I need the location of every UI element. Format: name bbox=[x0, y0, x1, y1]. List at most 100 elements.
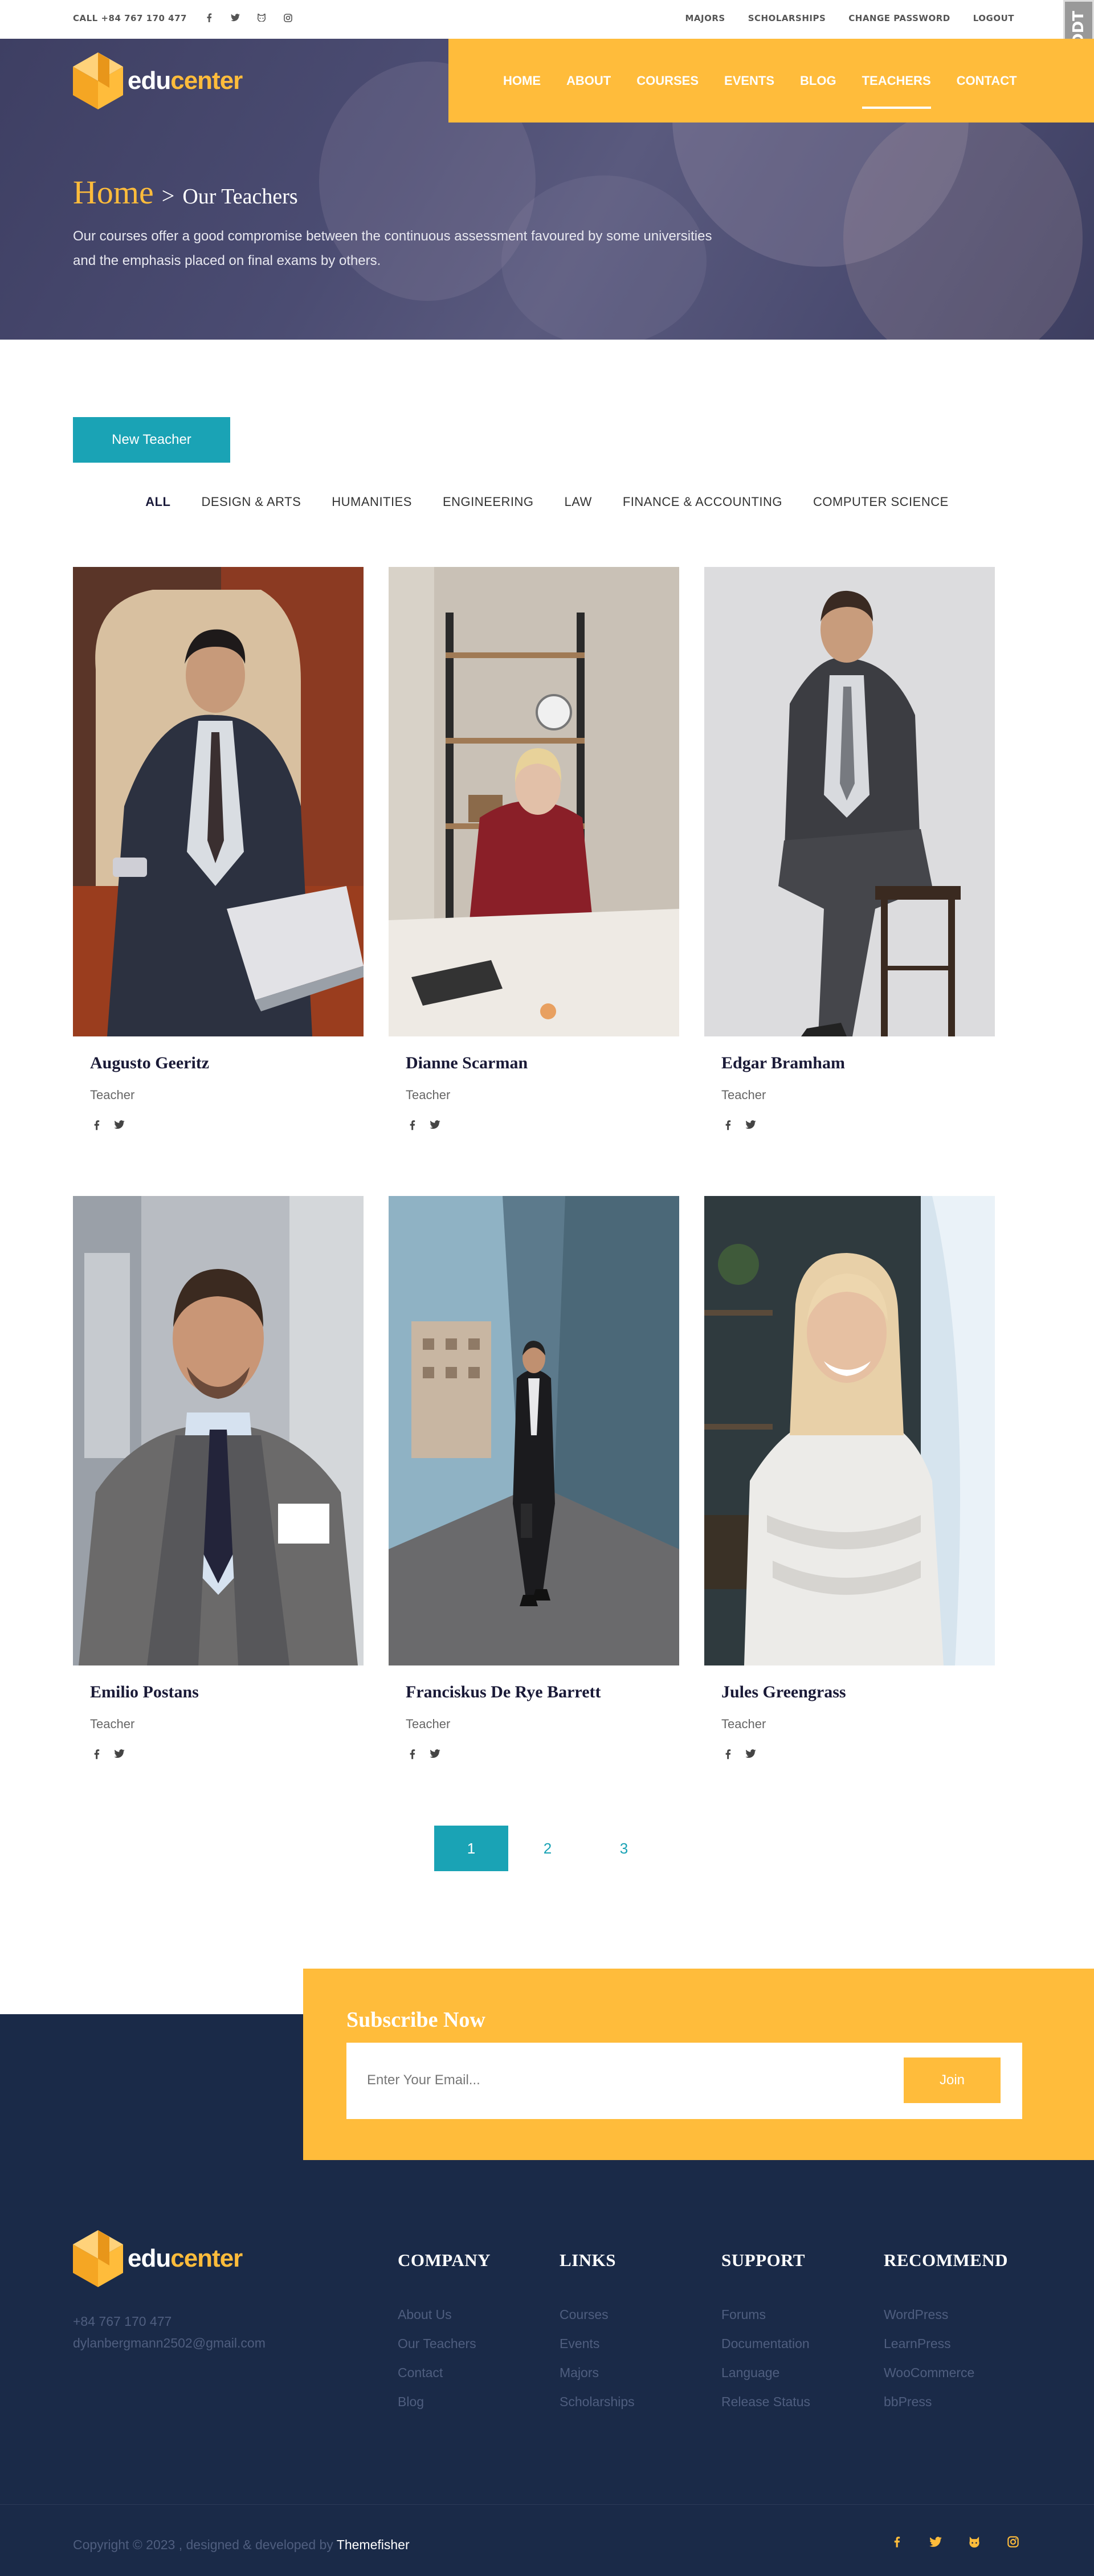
twitter-icon[interactable] bbox=[428, 1118, 441, 1131]
footer-link[interactable]: LearnPress bbox=[884, 2329, 1008, 2358]
twitter-icon[interactable] bbox=[113, 1748, 125, 1760]
footer-link[interactable]: WordPress bbox=[884, 2300, 1008, 2329]
hero-description: Our courses offer a good compromise betw… bbox=[73, 228, 712, 268]
footer-divider bbox=[0, 2504, 1094, 2505]
breadcrumb-home[interactable]: Home bbox=[73, 173, 154, 211]
twitter-icon[interactable] bbox=[744, 1118, 757, 1131]
footer-link[interactable]: Our Teachers bbox=[398, 2329, 491, 2358]
filter-engineering[interactable]: ENGINEERING bbox=[443, 495, 534, 509]
teacher-photo[interactable] bbox=[704, 567, 995, 1036]
footer-logo[interactable]: educenter bbox=[73, 2230, 243, 2287]
logo-cube-icon bbox=[73, 52, 123, 109]
email-input[interactable]: Enter Your Email... bbox=[367, 2072, 480, 2088]
teacher-photo[interactable] bbox=[704, 1196, 995, 1665]
footer-link[interactable]: About Us bbox=[398, 2300, 491, 2329]
facebook-icon[interactable] bbox=[890, 2535, 904, 2549]
footer-column-support: SUPPORT Forums Documentation Language Re… bbox=[721, 2250, 810, 2416]
twitter-icon[interactable] bbox=[744, 1748, 757, 1760]
footer-column-title: SUPPORT bbox=[721, 2250, 806, 2270]
teacher-name[interactable]: Jules Greengrass bbox=[721, 1683, 995, 1702]
nav-teachers[interactable]: TEACHERS bbox=[862, 74, 931, 109]
join-button[interactable]: Join bbox=[904, 2057, 1001, 2103]
footer-link[interactable]: Majors bbox=[560, 2358, 635, 2387]
nav-courses[interactable]: COURSES bbox=[636, 74, 699, 88]
footer-link[interactable]: Documentation bbox=[721, 2329, 810, 2358]
filter-humanities[interactable]: HUMANITIES bbox=[332, 495, 412, 509]
main-nav: HOME ABOUT COURSES EVENTS BLOG TEACHERS … bbox=[448, 39, 1094, 123]
pagination: 1 2 3 bbox=[434, 1826, 663, 1871]
nav-events[interactable]: EVENTS bbox=[724, 74, 774, 88]
instagram-icon[interactable] bbox=[1006, 2535, 1020, 2549]
twitter-icon[interactable] bbox=[113, 1118, 125, 1131]
facebook-icon[interactable] bbox=[721, 1748, 734, 1760]
subscribe-section: Subscribe Now Enter Your Email... Join bbox=[303, 1969, 1094, 2160]
teacher-photo[interactable] bbox=[73, 1196, 364, 1665]
nav-about[interactable]: ABOUT bbox=[566, 74, 611, 88]
nav-contact[interactable]: CONTACT bbox=[957, 74, 1017, 88]
footer-link[interactable]: Blog bbox=[398, 2387, 491, 2416]
teacher-name[interactable]: Edgar Bramham bbox=[721, 1054, 995, 1073]
teacher-card: Augusto Geeritz Teacher bbox=[73, 567, 364, 1131]
subscribe-title: Subscribe Now bbox=[346, 2008, 485, 2032]
top-social-links bbox=[204, 13, 293, 23]
github-icon[interactable] bbox=[256, 13, 267, 23]
hero-banner: educenter HOME ABOUT COURSES EVENTS BLOG… bbox=[0, 39, 1094, 340]
footer-email[interactable]: dylanbergmann2502@gmail.com bbox=[73, 2332, 266, 2354]
facebook-icon[interactable] bbox=[406, 1118, 418, 1131]
logo-text-edu: edu bbox=[128, 67, 171, 95]
facebook-icon[interactable] bbox=[721, 1118, 734, 1131]
footer-link[interactable]: WooCommerce bbox=[884, 2358, 1008, 2387]
footer-link[interactable]: Courses bbox=[560, 2300, 635, 2329]
copyright-text: Copyright © 2023 , designed & developed … bbox=[73, 2537, 333, 2552]
teacher-name[interactable]: Dianne Scarman bbox=[406, 1054, 679, 1073]
category-filters: ALL DESIGN & ARTS HUMANITIES ENGINEERING… bbox=[0, 495, 1094, 509]
teacher-photo[interactable] bbox=[73, 567, 364, 1036]
footer-phone[interactable]: +84 767 170 477 bbox=[73, 2310, 266, 2332]
site-logo[interactable]: educenter bbox=[73, 52, 243, 109]
nav-home[interactable]: HOME bbox=[503, 74, 541, 88]
filter-all[interactable]: ALL bbox=[145, 495, 170, 509]
teacher-role: Teacher bbox=[406, 1088, 451, 1102]
teacher-name[interactable]: Augusto Geeritz bbox=[90, 1054, 364, 1073]
nav-blog[interactable]: BLOG bbox=[800, 74, 836, 88]
github-icon[interactable] bbox=[968, 2535, 981, 2549]
footer-link[interactable]: Contact bbox=[398, 2358, 491, 2387]
filter-computer-science[interactable]: COMPUTER SCIENCE bbox=[813, 495, 949, 509]
instagram-icon[interactable] bbox=[283, 13, 293, 23]
facebook-icon[interactable] bbox=[90, 1748, 103, 1760]
top-bar: CALL +84 767 170 477 MAJORS SCHOLARSHIPS… bbox=[0, 0, 1094, 39]
footer-link[interactable]: bbPress bbox=[884, 2387, 1008, 2416]
twitter-icon[interactable] bbox=[428, 1748, 441, 1760]
filter-design-arts[interactable]: DESIGN & ARTS bbox=[201, 495, 301, 509]
footer-link[interactable]: Release Status bbox=[721, 2387, 810, 2416]
top-link-change-password[interactable]: CHANGE PASSWORD bbox=[848, 13, 950, 23]
facebook-icon[interactable] bbox=[90, 1118, 103, 1131]
facebook-icon[interactable] bbox=[204, 13, 214, 23]
footer-link[interactable]: Scholarships bbox=[560, 2387, 635, 2416]
top-link-scholarships[interactable]: SCHOLARSHIPS bbox=[748, 13, 826, 23]
teacher-photo[interactable] bbox=[389, 567, 679, 1036]
footer-link[interactable]: Forums bbox=[721, 2300, 810, 2329]
filter-law[interactable]: LAW bbox=[565, 495, 592, 509]
page-3-button[interactable]: 3 bbox=[587, 1826, 661, 1871]
footer-link[interactable]: Events bbox=[560, 2329, 635, 2358]
credit-link[interactable]: Themefisher bbox=[337, 2537, 410, 2552]
top-links: MAJORS SCHOLARSHIPS CHANGE PASSWORD LOGO… bbox=[685, 13, 1014, 23]
new-teacher-button[interactable]: New Teacher bbox=[73, 417, 230, 463]
twitter-icon[interactable] bbox=[929, 2535, 942, 2549]
teacher-social bbox=[721, 1118, 995, 1131]
page-2-button[interactable]: 2 bbox=[511, 1826, 585, 1871]
footer-column-recommend: RECOMMEND WordPress LearnPress WooCommer… bbox=[884, 2250, 1008, 2416]
teacher-photo[interactable] bbox=[389, 1196, 679, 1665]
teacher-name[interactable]: Franciskus De Rye Barrett bbox=[406, 1683, 679, 1702]
facebook-icon[interactable] bbox=[406, 1748, 418, 1760]
filter-finance-accounting[interactable]: FINANCE & ACCOUNTING bbox=[623, 495, 782, 509]
top-link-logout[interactable]: LOGOUT bbox=[973, 13, 1014, 23]
twitter-icon[interactable] bbox=[230, 13, 240, 23]
teacher-role: Teacher bbox=[721, 1717, 766, 1731]
teacher-name[interactable]: Emilio Postans bbox=[90, 1683, 364, 1702]
logo-text: educenter bbox=[128, 67, 243, 95]
top-link-majors[interactable]: MAJORS bbox=[685, 13, 725, 23]
page-1-button[interactable]: 1 bbox=[434, 1826, 508, 1871]
footer-link[interactable]: Language bbox=[721, 2358, 810, 2387]
